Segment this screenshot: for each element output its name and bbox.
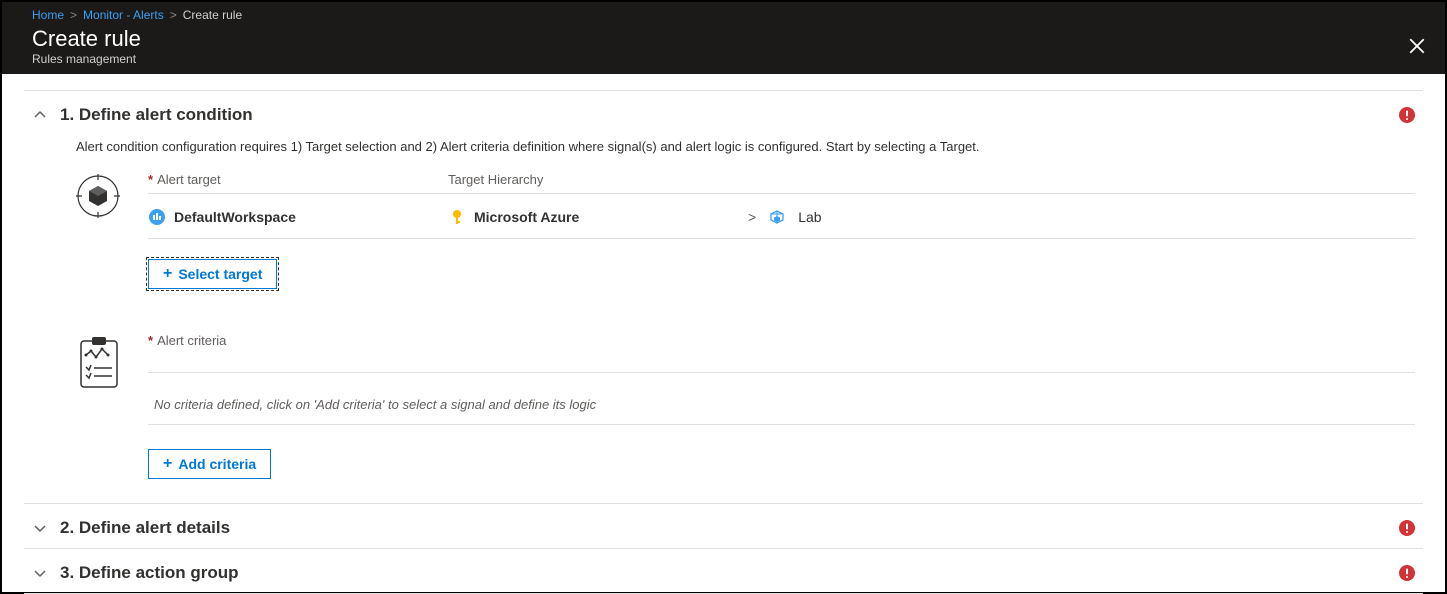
chevron-right-icon: >: [170, 8, 177, 22]
breadcrumb-home[interactable]: Home: [32, 8, 64, 22]
chevron-right-icon: >: [70, 8, 77, 22]
plus-icon: +: [163, 456, 172, 472]
plus-icon: +: [163, 266, 172, 282]
breadcrumb-monitor-alerts[interactable]: Monitor - Alerts: [83, 8, 164, 22]
alert-criteria-label: *Alert criteria: [148, 333, 226, 348]
error-icon: [1399, 520, 1415, 536]
add-criteria-button[interactable]: + Add criteria: [148, 449, 271, 479]
page-subtitle: Rules management: [32, 52, 1425, 66]
target-subscription: Microsoft Azure: [448, 208, 748, 226]
target-hierarchy-label: Target Hierarchy: [448, 172, 1415, 187]
breadcrumb-current: Create rule: [183, 8, 242, 22]
target-row: DefaultWorkspace Microsoft Azure > Lab: [148, 204, 1415, 239]
key-icon: [448, 208, 466, 226]
section-3-header[interactable]: 3. Define action group: [24, 549, 1423, 593]
alert-target-label: *Alert target: [148, 172, 448, 187]
error-icon: [1399, 107, 1415, 123]
breadcrumb: Home > Monitor - Alerts > Create rule: [2, 2, 1445, 24]
workspace-icon: [148, 208, 166, 226]
close-icon: [1408, 37, 1426, 55]
select-target-button[interactable]: + Select target: [148, 259, 277, 289]
page-title: Create rule: [32, 26, 1425, 52]
condition-description: Alert condition configuration requires 1…: [76, 139, 1415, 154]
target-icon: [76, 172, 132, 218]
resource-group-icon: [768, 208, 786, 226]
section-1-title: 1. Define alert condition: [60, 105, 1399, 125]
section-3-title: 3. Define action group: [60, 563, 1399, 583]
error-icon: [1399, 565, 1415, 581]
section-2-title: 2. Define alert details: [60, 518, 1399, 538]
chevron-right-icon: >: [748, 209, 756, 225]
chevron-down-icon: [32, 520, 48, 536]
criteria-icon: [76, 333, 132, 391]
section-1-header[interactable]: 1. Define alert condition: [24, 91, 1423, 135]
close-button[interactable]: [1405, 34, 1429, 58]
chevron-up-icon: [32, 107, 48, 123]
no-criteria-message: No criteria defined, click on 'Add crite…: [148, 383, 1415, 424]
section-2-header[interactable]: 2. Define alert details: [24, 504, 1423, 548]
chevron-down-icon: [32, 565, 48, 581]
target-resource-group: > Lab: [748, 208, 822, 226]
target-workspace[interactable]: DefaultWorkspace: [148, 208, 448, 226]
